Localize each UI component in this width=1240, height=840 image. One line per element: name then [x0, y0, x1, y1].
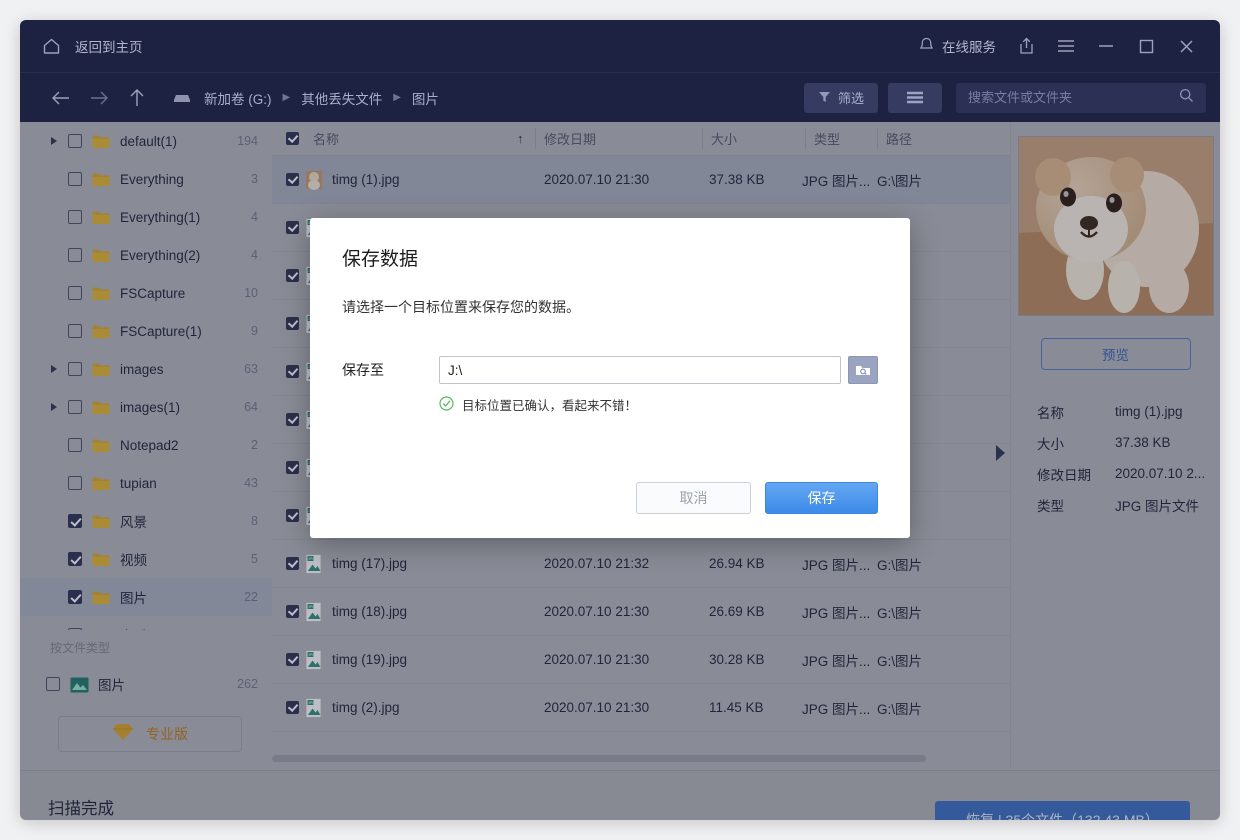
back-button[interactable] — [42, 79, 80, 117]
breadcrumb-sep-icon: ▶ — [274, 92, 300, 103]
list-view-icon — [906, 91, 924, 104]
maximize-button[interactable] — [1126, 20, 1166, 72]
validation-hint-text: 目标位置已确认，看起来不错！ — [462, 395, 637, 414]
menu-icon — [1057, 39, 1075, 53]
menu-button[interactable] — [1046, 20, 1086, 72]
browse-folder-button[interactable] — [848, 356, 878, 384]
check-circle-icon — [439, 396, 454, 414]
cancel-button[interactable]: 取消 — [636, 482, 751, 514]
filter-button[interactable]: 筛选 — [804, 83, 878, 113]
dialog-title: 保存数据 — [342, 218, 878, 271]
breadcrumb: 新加卷 (G:) ▶ 其他丢失文件 ▶ 图片 — [172, 88, 441, 108]
breadcrumb-sep-icon: ▶ — [384, 92, 410, 103]
minimize-button[interactable] — [1086, 20, 1126, 72]
close-icon — [1179, 39, 1194, 54]
funnel-icon — [818, 90, 831, 106]
search-input[interactable] — [968, 90, 1179, 105]
search-box[interactable] — [956, 83, 1206, 113]
maximize-icon — [1139, 39, 1154, 54]
back-to-home-label: 返回到主页 — [75, 36, 143, 56]
save-button[interactable]: 保存 — [765, 482, 878, 514]
title-bar: 返回到主页 在线服务 — [20, 20, 1220, 72]
forward-button[interactable] — [80, 79, 118, 117]
save-location-input[interactable] — [439, 356, 841, 384]
validation-hint: 目标位置已确认，看起来不错！ — [439, 395, 878, 414]
browse-folder-icon — [855, 363, 871, 377]
filter-label: 筛选 — [838, 88, 864, 107]
arrow-up-icon — [129, 88, 145, 108]
up-button[interactable] — [118, 79, 156, 117]
share-button[interactable] — [1006, 20, 1046, 72]
breadcrumb-item-0[interactable]: 新加卷 (G:) — [202, 88, 274, 108]
back-to-home-button[interactable]: 返回到主页 — [42, 36, 143, 56]
drive-icon — [172, 92, 192, 104]
save-location-label: 保存至 — [342, 360, 439, 380]
minimize-icon — [1098, 41, 1114, 51]
arrow-right-icon — [89, 90, 109, 106]
breadcrumb-item-2[interactable]: 图片 — [410, 88, 441, 108]
application-window: 返回到主页 在线服务 — [20, 20, 1220, 820]
dialog-description: 请选择一个目标位置来保存您的数据。 — [342, 297, 878, 317]
dialog-actions: 取消 保存 — [636, 482, 878, 514]
breadcrumb-item-1[interactable]: 其他丢失文件 — [299, 88, 384, 108]
navigation-bar: 新加卷 (G:) ▶ 其他丢失文件 ▶ 图片 筛选 — [20, 72, 1220, 122]
home-icon — [42, 37, 61, 56]
close-button[interactable] — [1166, 20, 1206, 72]
share-icon — [1018, 37, 1035, 55]
arrow-left-icon — [51, 90, 71, 106]
search-icon[interactable] — [1179, 88, 1194, 108]
save-location-field-row: 保存至 — [342, 356, 878, 384]
save-data-dialog: 保存数据 请选择一个目标位置来保存您的数据。 保存至 目标位置已确认，看起来不错… — [310, 218, 910, 538]
online-service-label: 在线服务 — [942, 36, 996, 56]
online-service-button[interactable]: 在线服务 — [909, 20, 1006, 72]
view-mode-button[interactable] — [888, 83, 942, 113]
bell-icon — [919, 37, 934, 56]
